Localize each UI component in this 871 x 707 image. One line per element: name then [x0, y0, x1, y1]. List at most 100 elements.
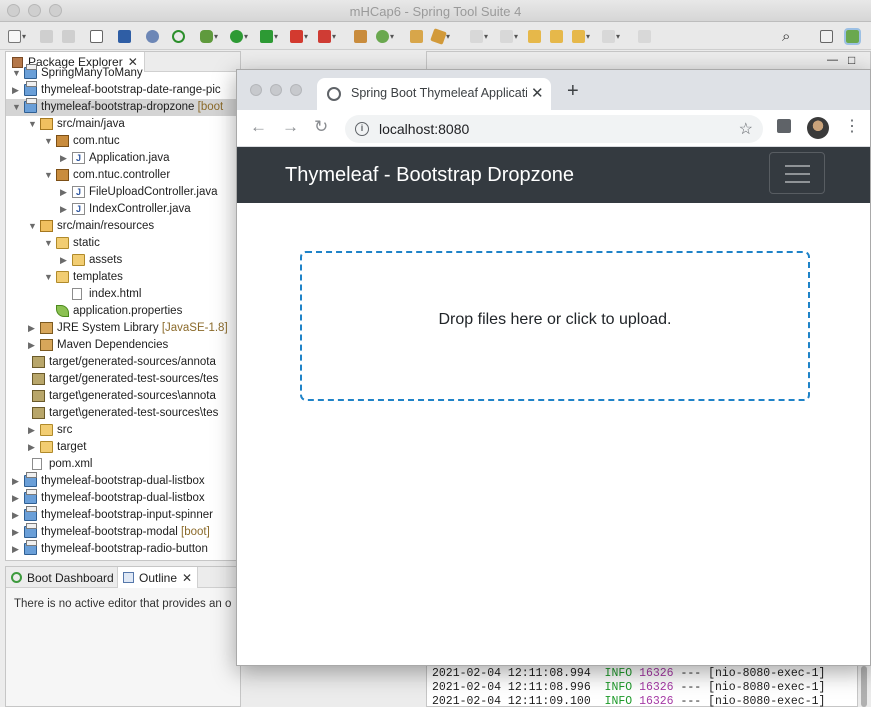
tree-item[interactable]: ▶ IndexController.java — [6, 201, 240, 218]
tree-item[interactable]: ▶ target — [6, 439, 240, 456]
tree-item[interactable]: ▶ thymeleaf-bootstrap-input-spinner — [6, 506, 240, 524]
forward-arrow-icon[interactable]: ▾ — [602, 27, 620, 45]
tree-item[interactable]: target\generated-test-sources\tes — [6, 405, 240, 422]
scrollbar-thumb[interactable] — [861, 666, 867, 707]
minimize-icon[interactable]: — — [827, 54, 838, 66]
tree-item[interactable]: ▶ thymeleaf-bootstrap-date-range-pic — [6, 81, 240, 99]
expand-down-icon[interactable]: ▼ — [44, 235, 54, 252]
debug-icon[interactable]: ▾ — [200, 27, 218, 45]
tree-item[interactable]: ▼ templates — [6, 269, 240, 286]
tab-boot-dashboard[interactable]: Boot Dashboard — [6, 567, 119, 588]
new-package-icon[interactable] — [354, 27, 367, 45]
stop-icon[interactable]: ▾ — [290, 27, 308, 45]
navbar-brand[interactable]: Thymeleaf - Bootstrap Dropzone — [285, 164, 574, 187]
new-icon[interactable]: ▾ — [8, 27, 26, 45]
next-annotation-icon[interactable]: ▾ — [470, 27, 488, 45]
new-tab-icon[interactable]: + — [567, 80, 579, 103]
back-icon[interactable]: ← — [250, 117, 267, 137]
expand-right-icon[interactable]: ▶ — [28, 422, 38, 439]
tab-outline[interactable]: Outline ✕ — [117, 567, 199, 588]
tree-item[interactable]: ▼ thymeleaf-bootstrap-dropzone [boot — [6, 98, 240, 116]
dropzone-upload-area[interactable]: Drop files here or click to upload. — [300, 251, 810, 401]
forward-edit-icon[interactable] — [550, 27, 563, 45]
browser-minimize-button[interactable] — [270, 84, 282, 96]
tree-item[interactable]: ▼ com.ntuc — [6, 133, 240, 150]
expand-right-icon[interactable]: ▶ — [28, 439, 38, 456]
tree-item[interactable]: pom.xml — [6, 456, 240, 473]
save-all-icon[interactable] — [62, 27, 75, 45]
search-type-icon[interactable] — [146, 27, 159, 45]
open-perspective-icon[interactable] — [820, 27, 833, 45]
browser-zoom-button[interactable] — [290, 84, 302, 96]
spring-perspective-icon[interactable] — [844, 27, 861, 45]
tree-item[interactable]: ▼ com.ntuc.controller — [6, 167, 240, 184]
expand-down-icon[interactable]: ▼ — [44, 133, 54, 150]
last-edit-icon[interactable] — [528, 27, 541, 45]
profile-avatar[interactable] — [807, 117, 829, 139]
tree-item[interactable]: ▶ FileUploadController.java — [6, 184, 240, 201]
tree-item[interactable]: index.html — [6, 286, 240, 303]
expand-down-icon[interactable]: ▼ — [44, 269, 54, 286]
run-icon[interactable]: ▾ — [230, 27, 248, 45]
tree-item[interactable]: target/generated-test-sources/tes — [6, 371, 240, 388]
tree-item[interactable]: ▼ static — [6, 235, 240, 252]
expand-right-icon[interactable]: ▶ — [28, 320, 38, 337]
tree-item[interactable]: ▼ src/main/java — [6, 116, 240, 133]
expand-right-icon[interactable]: ▶ — [60, 184, 70, 201]
tree-item[interactable]: ▶ Application.java — [6, 150, 240, 167]
tree-item[interactable]: ▶ assets — [6, 252, 240, 269]
bookmark-star-icon[interactable]: ☆ — [739, 119, 753, 139]
forward-icon[interactable]: → — [282, 117, 299, 137]
expand-right-icon[interactable]: ▶ — [12, 541, 22, 558]
more-menu-icon[interactable]: ⋮ — [844, 116, 860, 136]
console-scrollbar[interactable] — [858, 662, 871, 707]
tree-item[interactable]: target/generated-sources/annota — [6, 354, 240, 371]
tree-item[interactable]: ▶ thymeleaf-bootstrap-modal [boot] — [6, 523, 240, 541]
tree-item[interactable]: ▼ src/main/resources — [6, 218, 240, 235]
expand-right-icon[interactable]: ▶ — [60, 150, 70, 167]
site-info-icon[interactable]: i — [355, 122, 369, 136]
prev-annotation-icon[interactable]: ▾ — [500, 27, 518, 45]
expand-right-icon[interactable]: ▶ — [12, 490, 22, 507]
open-type-icon[interactable] — [410, 27, 423, 45]
extensions-icon[interactable] — [777, 119, 791, 133]
tree-item[interactable]: target\generated-sources\annota — [6, 388, 240, 405]
navbar-toggler-button[interactable] — [769, 152, 825, 194]
tree-item[interactable]: ▶ thymeleaf-bootstrap-radio-button — [6, 540, 240, 558]
expand-right-icon[interactable]: ▶ — [12, 524, 22, 541]
back-arrow-icon[interactable]: ▾ — [572, 27, 590, 45]
browser-close-button[interactable] — [250, 84, 262, 96]
expand-down-icon[interactable]: ▼ — [44, 167, 54, 184]
reload-icon[interactable]: ↻ — [314, 117, 328, 137]
tree-item[interactable]: ▶ Maven Dependencies — [6, 337, 240, 354]
boot-dashboard-icon[interactable] — [172, 27, 185, 45]
expand-down-icon[interactable]: ▼ — [28, 116, 38, 133]
tree-item[interactable]: application.properties — [6, 303, 240, 320]
tree-item[interactable]: ▶ thymeleaf-bootstrap-dual-listbox — [6, 472, 240, 490]
new-class-icon[interactable]: ▾ — [376, 27, 394, 45]
expand-right-icon[interactable]: ▶ — [28, 337, 38, 354]
browser-tab[interactable]: Spring Boot Thymeleaf Application ✕ — [317, 78, 551, 110]
expand-down-icon[interactable]: ▼ — [28, 218, 38, 235]
close-icon[interactable]: ✕ — [182, 571, 192, 585]
search-icon[interactable]: ⌕ — [782, 27, 790, 45]
tree-item[interactable]: ▼ SpringManyToMany — [6, 64, 240, 82]
expand-right-icon[interactable]: ▶ — [12, 82, 22, 99]
expand-down-icon[interactable]: ▼ — [12, 99, 22, 116]
address-bar[interactable]: i localhost:8080 ☆ — [345, 115, 763, 143]
maximize-icon[interactable]: □ — [848, 53, 855, 67]
run-external-icon[interactable]: ▾ — [260, 27, 278, 45]
relaunch-icon[interactable]: ▾ — [318, 27, 336, 45]
expand-right-icon[interactable]: ▶ — [60, 252, 70, 269]
pin-editor-icon[interactable] — [638, 27, 651, 45]
expand-right-icon[interactable]: ▶ — [12, 473, 22, 490]
url-text[interactable]: localhost:8080 — [379, 121, 469, 137]
expand-down-icon[interactable]: ▼ — [12, 65, 22, 82]
tree-item[interactable]: ▶ src — [6, 422, 240, 439]
tree-item[interactable]: ▶ JRE System Library [JavaSE-1.8] — [6, 320, 240, 337]
quick-access-icon[interactable]: ▾ — [430, 27, 450, 45]
save-icon[interactable] — [40, 27, 53, 45]
expand-right-icon[interactable]: ▶ — [60, 201, 70, 218]
tree-item[interactable]: ▶ thymeleaf-bootstrap-dual-listbox — [6, 489, 240, 507]
close-tab-icon[interactable]: ✕ — [531, 84, 544, 102]
